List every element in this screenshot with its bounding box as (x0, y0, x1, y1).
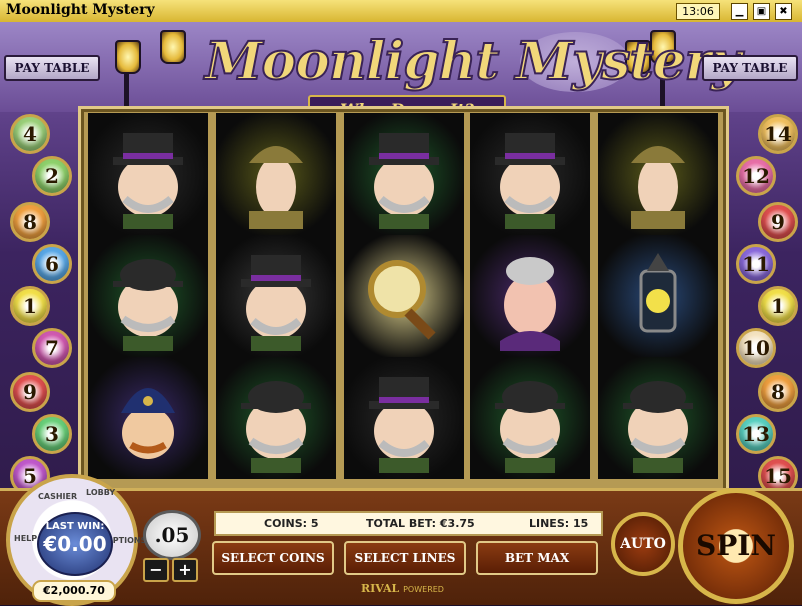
street-lamp-icon (115, 40, 141, 74)
brand-name: RIVAL (361, 582, 400, 595)
window-title: Moonlight Mystery (6, 2, 155, 18)
reel-2 (216, 113, 336, 479)
minimize-button[interactable]: ▁ (731, 3, 748, 20)
bet-max-button[interactable]: BET MAX (476, 541, 598, 575)
payline-right-8[interactable]: 8 (758, 372, 798, 412)
paytable-button-right[interactable]: PAY TABLE (702, 55, 798, 81)
payline-left-4[interactable]: 4 (10, 114, 50, 154)
payline-left-6[interactable]: 6 (32, 244, 72, 284)
coin-decrease-button[interactable]: − (143, 558, 169, 582)
payline-left-3[interactable]: 3 (32, 414, 72, 454)
game-logo: Moonlight Mystery (204, 30, 742, 93)
street-lamp-icon (160, 30, 186, 64)
bet-info-bar: COINS: 5 TOTAL BET: €3.75 LINES: 15 (214, 511, 603, 536)
payline-left-2[interactable]: 2 (32, 156, 72, 196)
reel-5 (598, 113, 718, 479)
total-bet-readout: TOTAL BET: €3.75 (366, 517, 475, 530)
bowler-inspector-symbol (598, 357, 718, 479)
tophat-detective-symbol (344, 113, 464, 235)
restore-button[interactable]: ▣ (753, 3, 770, 20)
tophat-detective-symbol (216, 235, 336, 357)
payline-right-11[interactable]: 11 (736, 244, 776, 284)
bowler-inspector-symbol (216, 357, 336, 479)
constable-symbol (88, 357, 208, 479)
auto-button[interactable]: AUTO (611, 512, 675, 576)
reel-1 (88, 113, 208, 479)
last-win-label: LAST WIN: (45, 521, 105, 532)
spin-button[interactable]: SPIN (678, 488, 794, 604)
coin-increase-button[interactable]: + (172, 558, 198, 582)
bowler-inspector-symbol (470, 357, 590, 479)
balance: €2,000.70 (32, 580, 116, 602)
lantern-symbol (598, 235, 718, 357)
magnifying-glass-symbol (344, 235, 464, 357)
bowler-inspector-symbol (88, 235, 208, 357)
clock: 13:06 (676, 3, 720, 20)
payline-left-7[interactable]: 7 (32, 328, 72, 368)
payline-right-10[interactable]: 10 (736, 328, 776, 368)
payline-right-9[interactable]: 9 (758, 202, 798, 242)
lobby-link[interactable]: LOBBY (86, 488, 115, 497)
tophat-detective-symbol (470, 113, 590, 235)
last-win-display: LAST WIN: €0.00 (37, 512, 113, 576)
coins-readout: COINS: 5 (264, 517, 319, 530)
payline-left-1[interactable]: 1 (10, 286, 50, 326)
title-bar: Moonlight Mystery 13:06 ▁ ▣ ✖ (0, 0, 802, 23)
coin-value: .05 (143, 510, 201, 560)
last-win-value: €0.00 (43, 532, 107, 556)
cashier-link[interactable]: CASHIER (38, 492, 77, 501)
select-lines-button[interactable]: SELECT LINES (344, 541, 466, 575)
payline-right-14[interactable]: 14 (758, 114, 798, 154)
rival-brand: RIVAL POWERED (350, 582, 455, 598)
sherlock-symbol (598, 113, 718, 235)
payline-left-9[interactable]: 9 (10, 372, 50, 412)
help-link[interactable]: HELP (14, 534, 37, 543)
reel-4 (470, 113, 590, 479)
select-coins-button[interactable]: SELECT COINS (212, 541, 334, 575)
reel-3 (344, 113, 464, 479)
payline-right-12[interactable]: 12 (736, 156, 776, 196)
paytable-button-left[interactable]: PAY TABLE (4, 55, 100, 81)
lines-readout: LINES: 15 (529, 517, 589, 530)
close-button[interactable]: ✖ (775, 3, 792, 20)
payline-left-8[interactable]: 8 (10, 202, 50, 242)
payline-right-1[interactable]: 1 (758, 286, 798, 326)
tophat-detective-symbol (88, 113, 208, 235)
sherlock-symbol (216, 113, 336, 235)
brand-powered: POWERED (403, 585, 444, 594)
tophat-detective-symbol (344, 357, 464, 479)
payline-right-13[interactable]: 13 (736, 414, 776, 454)
old-lady-symbol (470, 235, 590, 357)
